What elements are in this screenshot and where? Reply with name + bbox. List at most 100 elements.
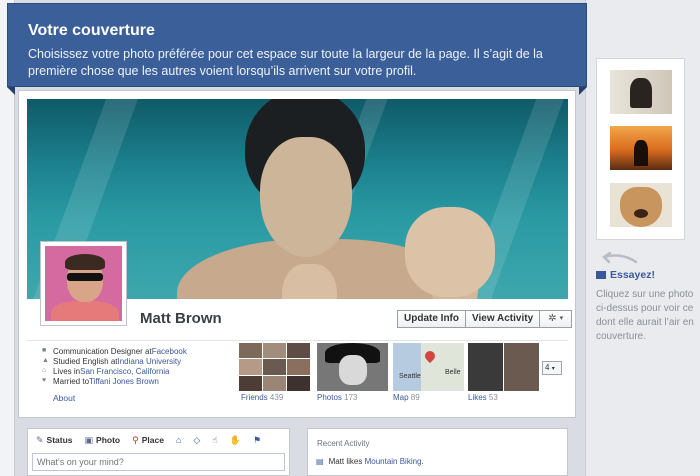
info-link[interactable]: Indiana University [118,357,182,366]
curved-arrow-icon [602,251,638,264]
try-it-label: Essayez! [596,269,655,281]
map-label-seattle: Seattle [399,373,421,380]
friend-thumb [263,375,286,391]
chevron-down-icon: ▾ [559,315,564,322]
tab-label: Place [141,435,164,445]
info-text: Communication Designer at [53,346,152,356]
hand-icon[interactable]: ✋ [230,435,241,446]
status-icon: ✎ [36,434,44,445]
activity-text: Matt likes [328,457,365,466]
thumb-dog-nose [634,209,648,218]
briefcase-icon: ■ [42,347,47,354]
cover-figure-palm [405,207,495,297]
settings-button[interactable]: ✲ ▾ [540,310,573,328]
tile-count: 89 [410,393,420,402]
map-caption[interactable]: Map 89 [393,393,420,402]
friend-thumb [287,343,310,359]
cover-icon [596,271,606,279]
cover-option-3[interactable] [610,183,672,227]
info-text: Lives in [53,366,81,376]
like-page-icon: ▤ [316,457,324,466]
life-event-icon[interactable]: ⌂ [176,435,181,445]
map-pin-icon [422,348,438,364]
tile-label: Photos [317,393,342,402]
friends-tile[interactable] [239,343,310,391]
update-info-button[interactable]: Update Info [397,310,466,328]
try-it-tip: Cliquez sur une photo ci-dessus pour voi… [596,289,694,342]
cover-banner: Votre couverture Choisissez votre photo … [7,3,587,87]
banner-title: Votre couverture [28,22,155,39]
gear-icon: ✲ [548,313,557,324]
info-link[interactable]: Facebook [152,347,187,356]
likes-tile[interactable] [468,343,539,391]
info-row-education: ▲ Studied English at Indiana University [42,356,232,366]
map-tile[interactable]: Seattle Belle [393,343,464,391]
tab-status[interactable]: ✎ Status [36,435,73,446]
tab-photo[interactable]: ▣ Photo [85,435,121,446]
avatar-sunglasses [67,273,103,281]
tab-place[interactable]: ⚲ Place [132,435,164,446]
friend-thumb [239,375,262,391]
tab-label: Photo [96,435,121,445]
profile-picture[interactable] [40,241,127,326]
more-tiles-dropdown[interactable]: 4 ▾ [542,361,562,375]
map-label-belle: Belle [445,369,461,376]
about-link[interactable]: About [53,393,75,403]
tile-label: Friends [241,393,268,402]
info-row-relationship: ♥ Married to Tiffani Jones Brown [42,376,232,386]
friend-thumb [263,359,286,375]
thumbs-up-icon[interactable]: ☝ [212,435,217,446]
divider [27,340,568,341]
banner-fold-right [579,87,587,95]
view-activity-button[interactable]: View Activity [466,310,541,328]
photos-tile[interactable] [317,343,388,391]
avatar-shoulders [51,301,119,321]
cover-option-1[interactable] [610,70,672,114]
like-thumb [504,343,539,391]
tile-label: Map [393,393,409,402]
tab-label: Status [46,435,73,445]
photos-caption[interactable]: Photos 173 [317,393,358,402]
chevron-down-icon: ▾ [551,366,555,372]
banner-description: Choisissez votre photo préférée pour cet… [28,47,543,78]
info-link[interactable]: San Francisco, California [80,367,169,376]
friend-thumb [239,359,262,375]
info-row-location: ⌂ Lives in San Francisco, California [42,366,232,376]
map-water [393,343,421,391]
profile-actions: Update Info View Activity ✲ ▾ [397,310,573,328]
place-icon: ⚲ [132,434,139,445]
info-text: Studied English at [53,356,118,366]
graduation-cap-icon: ▲ [42,357,49,364]
friend-thumb [287,359,310,375]
more-count: 4 [545,363,550,372]
diamond-icon[interactable]: ◇ [193,435,200,446]
photo-icon: ▣ [84,434,94,445]
photo-face [339,355,367,385]
activity-link[interactable]: Mountain Biking [365,457,422,466]
cover-suggestions [596,58,685,240]
avatar-hair [65,254,105,270]
info-text: Married to [53,376,90,386]
status-composer: ✎ Status ▣ Photo ⚲ Place ⌂ ◇ ☝ ✋ ⚑ [27,428,290,476]
recent-activity-header: Recent Activity [317,439,370,448]
tile-count: 53 [488,393,498,402]
banner-fold-left [7,87,15,95]
composer-tabs: ✎ Status ▣ Photo ⚲ Place ⌂ ◇ ☝ ✋ ⚑ [28,429,289,451]
info-row-work: ■ Communication Designer at Facebook [42,346,232,356]
thumb-dog [620,187,662,227]
cover-option-2[interactable] [610,126,672,170]
friend-thumb [287,375,310,391]
status-input[interactable] [32,453,285,471]
heart-icon: ♥ [42,377,47,384]
info-link[interactable]: Tiffani Jones Brown [89,377,159,386]
cover-figure-face [260,137,352,257]
try-it-text: Essayez! [610,269,655,281]
friends-caption[interactable]: Friends 439 [241,393,283,402]
activity-item: ▤ Matt likes Mountain Biking. [316,457,424,466]
profile-name[interactable]: Matt Brown [140,310,222,327]
home-icon: ⌂ [42,367,47,374]
friend-thumb [239,343,262,359]
tile-count: 439 [269,393,284,402]
flag-icon[interactable]: ⚑ [253,435,261,446]
likes-caption[interactable]: Likes 53 [468,393,498,402]
